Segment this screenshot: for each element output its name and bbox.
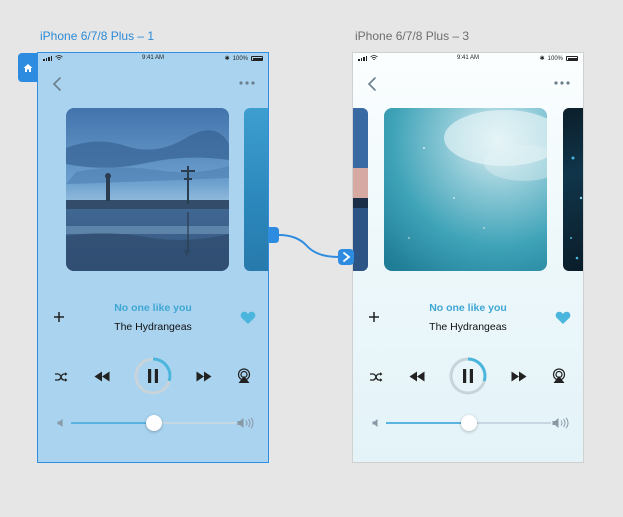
artboard-label-3[interactable]: iPhone 6/7/8 Plus – 3 [355, 29, 469, 43]
volume-slider-thumb[interactable] [145, 415, 162, 431]
prototype-link-handle [269, 227, 279, 243]
prototype-link-connector[interactable] [265, 224, 357, 269]
album-art[interactable] [66, 108, 229, 271]
airplay-icon[interactable] [552, 368, 566, 384]
home-icon [23, 63, 33, 72]
pause-icon [148, 369, 158, 383]
volume-slider-thumb[interactable] [460, 415, 477, 431]
bluetooth-icon: ✱ [539, 56, 545, 62]
home-artboard-tab[interactable] [18, 53, 38, 82]
rewind-icon[interactable] [409, 371, 425, 382]
bluetooth-icon: ✱ [224, 56, 230, 62]
prototype-link-wire [278, 234, 340, 258]
rewind-icon[interactable] [94, 371, 110, 382]
shuffle-icon[interactable] [54, 371, 68, 383]
artboard-iphone-1[interactable]: 9:41 AM ✱ 100% No one like you The Hydra… [37, 52, 269, 463]
battery-icon [251, 56, 263, 61]
next-album-art-preview[interactable] [563, 108, 583, 271]
plus-icon[interactable] [53, 311, 65, 323]
volume-high-icon [552, 417, 569, 429]
pause-icon [463, 369, 473, 383]
volume-slider-fill [71, 422, 154, 424]
battery-icon [566, 56, 578, 61]
pause-button[interactable] [133, 356, 173, 396]
song-title: No one like you [429, 302, 507, 314]
heart-icon[interactable] [555, 311, 571, 325]
battery-percent: 100% [232, 55, 248, 62]
heart-icon[interactable] [240, 311, 256, 325]
song-artist: The Hydrangeas [429, 321, 507, 333]
back-chevron-icon[interactable] [365, 75, 381, 93]
volume-low-icon [57, 419, 63, 427]
pause-button[interactable] [448, 356, 488, 396]
status-bar: 9:41 AM ✱ 100% [38, 53, 268, 65]
fast-forward-icon[interactable] [196, 371, 212, 382]
back-chevron-icon[interactable] [50, 75, 66, 93]
volume-slider-fill [386, 422, 469, 424]
fast-forward-icon[interactable] [511, 371, 527, 382]
status-bar: 9:41 AM ✱ 100% [353, 53, 583, 65]
volume-low-icon [372, 419, 378, 427]
album-art-image [66, 108, 229, 271]
plus-icon[interactable] [368, 311, 380, 323]
song-artist: The Hydrangeas [114, 321, 192, 333]
album-art-image [384, 108, 547, 271]
battery-indicator: ✱ 100% [225, 55, 263, 62]
volume-high-icon [237, 417, 254, 429]
shuffle-icon[interactable] [369, 371, 383, 383]
artboard-label-1[interactable]: iPhone 6/7/8 Plus – 1 [40, 29, 154, 43]
battery-indicator: ✱ 100% [540, 55, 578, 62]
more-dots-icon[interactable] [238, 79, 256, 87]
battery-percent: 100% [547, 55, 563, 62]
artboard-iphone-3[interactable]: 9:41 AM ✱ 100% No one like you The Hydra… [352, 52, 584, 463]
song-title: No one like you [114, 302, 192, 314]
prototype-link-target [338, 249, 354, 265]
airplay-icon[interactable] [237, 368, 251, 384]
more-dots-icon[interactable] [553, 79, 571, 87]
album-art[interactable] [384, 108, 547, 271]
